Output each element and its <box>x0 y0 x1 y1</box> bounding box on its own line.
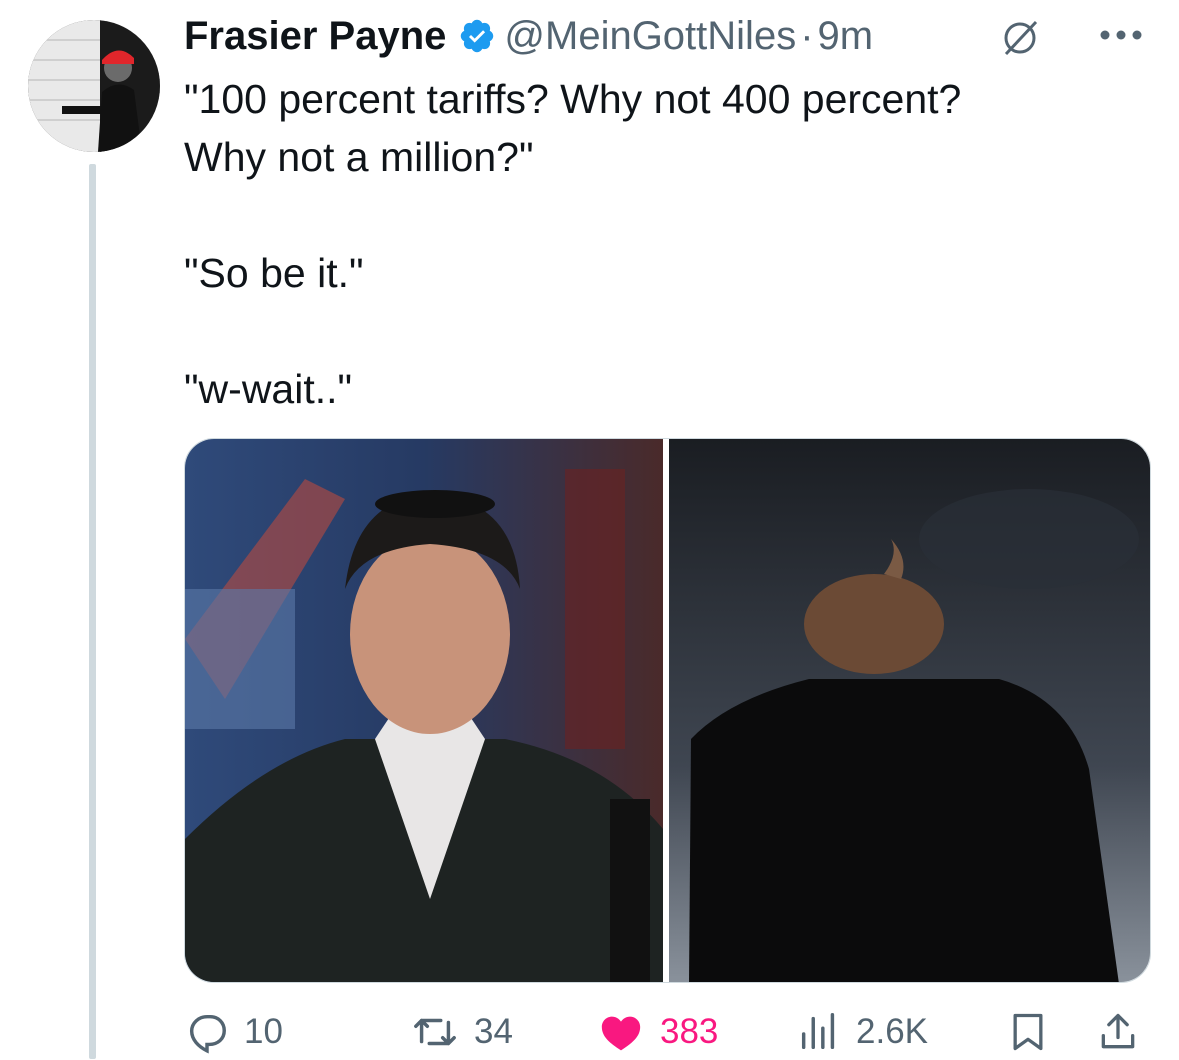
like-icon <box>601 1016 641 1051</box>
tweet-header: Frasier Payne @MeinGottNiles · 9m <box>184 10 873 62</box>
repost-button[interactable]: 34 <box>410 1004 513 1060</box>
tweet-line: "So be it." <box>184 250 364 296</box>
like-count: 383 <box>660 1012 719 1051</box>
reply-button[interactable]: 10 <box>184 1004 283 1060</box>
verified-badge-icon[interactable] <box>458 17 496 55</box>
repost-count: 34 <box>474 1012 513 1051</box>
avatar[interactable] <box>28 20 160 152</box>
tweet-text: "100 percent tariffs? Why not 400 percen… <box>184 70 1144 418</box>
share-button[interactable] <box>1096 1004 1154 1060</box>
reply-count: 10 <box>244 1012 283 1051</box>
views-icon <box>801 1013 835 1050</box>
reply-icon <box>189 1014 226 1054</box>
more-icon[interactable] <box>1098 28 1144 42</box>
thread-line <box>89 164 96 1059</box>
views-count: 2.6K <box>856 1012 928 1051</box>
grok-icon[interactable] <box>1000 18 1040 58</box>
tweet-line: Why not a million?" <box>184 134 534 180</box>
separator-dot: · <box>800 13 814 58</box>
views-button[interactable]: 2.6K <box>796 1004 928 1060</box>
media-photo-right[interactable] <box>669 439 1150 982</box>
tweet-line: "100 percent tariffs? Why not 400 percen… <box>184 76 962 122</box>
like-button[interactable]: 383 <box>596 1004 718 1060</box>
timestamp[interactable]: 9m <box>818 14 874 59</box>
share-icon <box>1101 1013 1135 1049</box>
tweet-line: "w-wait.." <box>184 366 353 412</box>
bookmark-icon <box>1013 1013 1043 1051</box>
media-grid <box>184 438 1151 983</box>
display-name[interactable]: Frasier Payne <box>184 14 446 59</box>
handle[interactable]: @MeinGottNiles <box>504 14 796 59</box>
repost-icon <box>414 1018 456 1046</box>
media-photo-left[interactable] <box>185 439 663 982</box>
bookmark-button[interactable] <box>1006 1004 1064 1060</box>
action-bar: 10 34 383 2.6K <box>184 1004 1149 1060</box>
